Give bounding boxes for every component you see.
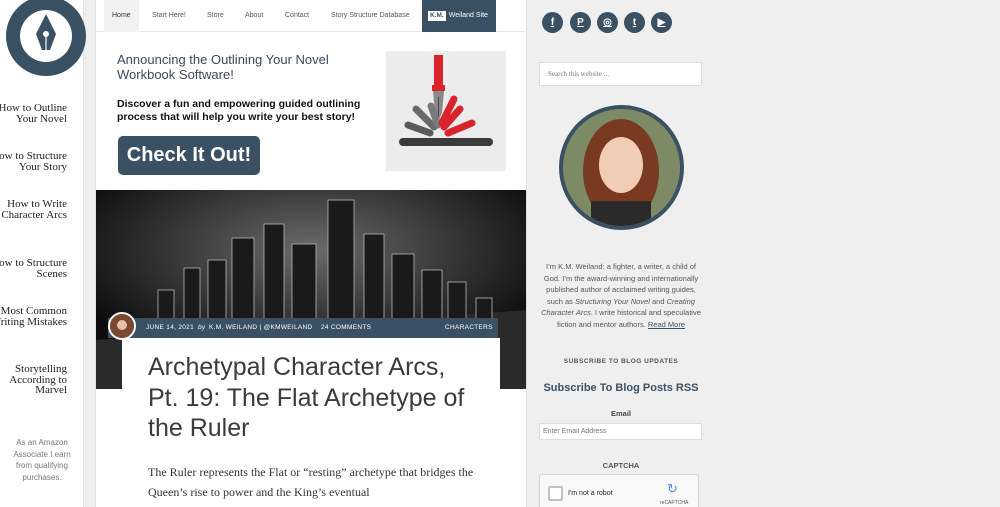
fountain-pen-illustration — [386, 51, 506, 171]
post-category[interactable]: CHARACTERS — [445, 318, 493, 338]
author-bio: I’m K.M. Weiland: a fighter, a writer, a… — [541, 262, 701, 329]
youtube-icon[interactable]: ▶ — [651, 12, 672, 33]
author-portrait — [559, 105, 684, 230]
rss-icon[interactable]: ◎ — [597, 12, 618, 33]
read-more-link[interactable]: Read More — [648, 320, 685, 329]
search-input[interactable] — [539, 62, 702, 86]
post-excerpt: The Ruler represents the Flat or “restin… — [148, 465, 474, 499]
promo-banner: Announcing the Outlining Your Novel Work… — [96, 33, 526, 189]
captcha-text: I'm not a robot — [568, 490, 613, 497]
captcha-checkbox[interactable] — [548, 486, 563, 501]
nav-story-structure-database[interactable]: Story Structure Database — [331, 0, 410, 32]
nav-home[interactable]: Home — [104, 0, 139, 32]
subscribe-heading: SUBSCRIBE TO BLOG UPDATES — [563, 358, 679, 365]
amazon-disclaimer: As an Amazon Associate I earn from quali… — [13, 438, 71, 482]
email-field[interactable] — [539, 423, 702, 440]
subscribe-title: Subscribe To Blog Posts RSS — [543, 382, 699, 394]
recaptcha-widget: I'm not a robot ↻ reCAPTCHA — [539, 474, 699, 507]
pinterest-icon[interactable]: P — [570, 12, 591, 33]
post-by: by — [198, 324, 206, 331]
left-sidebar: How to Outline Your Novel How to Structu… — [0, 0, 86, 507]
km-badge: K.M. — [428, 11, 446, 21]
banner-title: Announcing the Outlining Your Novel Work… — [117, 52, 329, 82]
left-nav-character-arcs[interactable]: How to Write Character Arcs — [0, 199, 67, 221]
check-it-out-button[interactable]: Check It Out! — [118, 136, 260, 175]
email-label: Email — [610, 409, 631, 418]
post-author[interactable]: K.M. WEILAND | @KMWEILAND — [209, 318, 313, 338]
site-logo[interactable] — [4, 0, 88, 78]
captcha-label: CAPTCHA — [602, 461, 640, 470]
nav-store[interactable]: Store — [207, 0, 224, 32]
top-navigation: Home Start Here! Store About Contact Sto… — [96, 0, 526, 32]
nav-km-weiland-site[interactable]: K.M. Weiland Site — [422, 0, 496, 32]
left-nav-scenes[interactable]: How to Structure Scenes — [0, 258, 67, 280]
post-title[interactable]: Archetypal Character Arcs, Pt. 19: The F… — [148, 352, 478, 444]
km-site-label: Weiland Site — [448, 12, 488, 19]
left-nav-marvel[interactable]: Storytelling According to Marvel — [0, 364, 67, 396]
author-avatar — [108, 312, 136, 340]
recaptcha-icon: ↻ — [667, 481, 678, 496]
post-comments-count[interactable]: 24 COMMENTS — [321, 318, 371, 338]
main-column: Home Start Here! Store About Contact Sto… — [95, 0, 527, 507]
nav-contact[interactable]: Contact — [285, 0, 309, 32]
left-nav-outline[interactable]: How to Outline Your Novel — [0, 103, 67, 125]
left-nav-structure[interactable]: How to Structure Your Story — [0, 151, 67, 173]
right-sidebar: f P ◎ t ▶ I’m K.M. Weiland: a fighter, a… — [528, 0, 718, 507]
nav-start-here[interactable]: Start Here! — [152, 0, 186, 32]
facebook-icon[interactable]: f — [542, 12, 563, 33]
nav-about[interactable]: About — [245, 0, 263, 32]
twitter-icon[interactable]: t — [624, 12, 645, 33]
post-meta-bar: JUNE 14, 2021 by K.M. WEILAND | @KMWEILA… — [108, 318, 498, 338]
banner-subtitle: Discover a fun and empowering guided out… — [117, 98, 361, 123]
recaptcha-brand: reCAPTCHA — [660, 500, 689, 506]
left-nav-mistakes[interactable]: Most Common Writing Mistakes — [0, 306, 67, 328]
post-date: JUNE 14, 2021 — [146, 324, 194, 331]
